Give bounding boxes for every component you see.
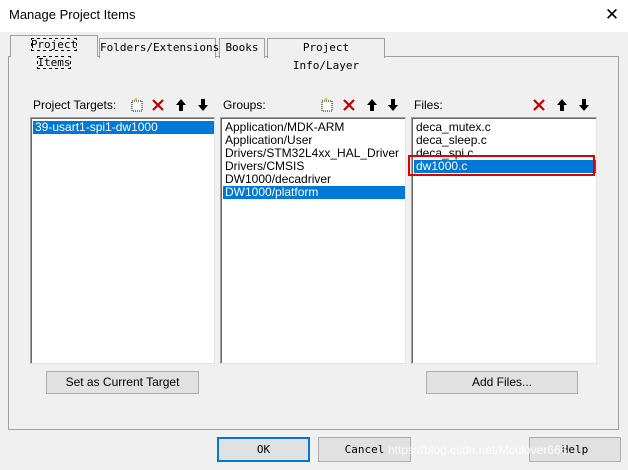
delete-icon[interactable] bbox=[339, 95, 359, 115]
watermark: https://blog.csdn.net/Mculover666 bbox=[388, 443, 568, 457]
files-header: Files: bbox=[414, 98, 443, 112]
ok-button[interactable]: OK bbox=[217, 437, 310, 462]
tab-folders-extensions-label: Folders/Extensions bbox=[100, 41, 220, 54]
move-up-icon[interactable] bbox=[171, 95, 191, 115]
targets-toolbar: Project Targets: bbox=[30, 95, 214, 115]
targets-header: Project Targets: bbox=[33, 98, 117, 112]
groups-toolbar: Groups: bbox=[220, 95, 406, 115]
tab-project-items[interactable]: Project Items bbox=[10, 35, 98, 69]
move-down-icon[interactable] bbox=[574, 95, 594, 115]
tab-folders-extensions[interactable]: Folders/Extensions bbox=[99, 38, 220, 58]
move-down-icon[interactable] bbox=[193, 95, 213, 115]
groups-list[interactable]: Application/MDK-ARM Application/User Dri… bbox=[220, 117, 406, 364]
delete-icon[interactable] bbox=[148, 95, 168, 115]
groups-header: Groups: bbox=[223, 98, 266, 112]
tab-books-label: Books bbox=[225, 41, 259, 54]
new-item-icon[interactable] bbox=[317, 95, 337, 115]
close-icon[interactable]: ✕ bbox=[600, 4, 624, 26]
move-down-icon[interactable] bbox=[383, 95, 403, 115]
window-title: Manage Project Items bbox=[9, 7, 136, 22]
list-item[interactable]: DW1000/platform bbox=[223, 186, 405, 199]
tab-project-items-label: Project Items bbox=[30, 38, 78, 69]
tab-books[interactable]: Books bbox=[219, 38, 265, 58]
set-current-target-button[interactable]: Set as Current Target bbox=[46, 371, 199, 394]
targets-list[interactable]: 39-usart1-spi1-dw1000 bbox=[30, 117, 215, 364]
files-toolbar: Files: bbox=[411, 95, 597, 115]
move-up-icon[interactable] bbox=[552, 95, 572, 115]
tab-project-info-layer-label: Project Info/Layer bbox=[292, 41, 360, 72]
add-files-button[interactable]: Add Files... bbox=[426, 371, 578, 394]
list-item[interactable]: 39-usart1-spi1-dw1000 bbox=[33, 121, 214, 134]
highlight-box bbox=[408, 155, 595, 176]
new-item-icon[interactable] bbox=[127, 95, 147, 115]
tab-project-info-layer[interactable]: Project Info/Layer bbox=[267, 38, 385, 72]
delete-icon[interactable] bbox=[529, 95, 549, 115]
move-up-icon[interactable] bbox=[362, 95, 382, 115]
